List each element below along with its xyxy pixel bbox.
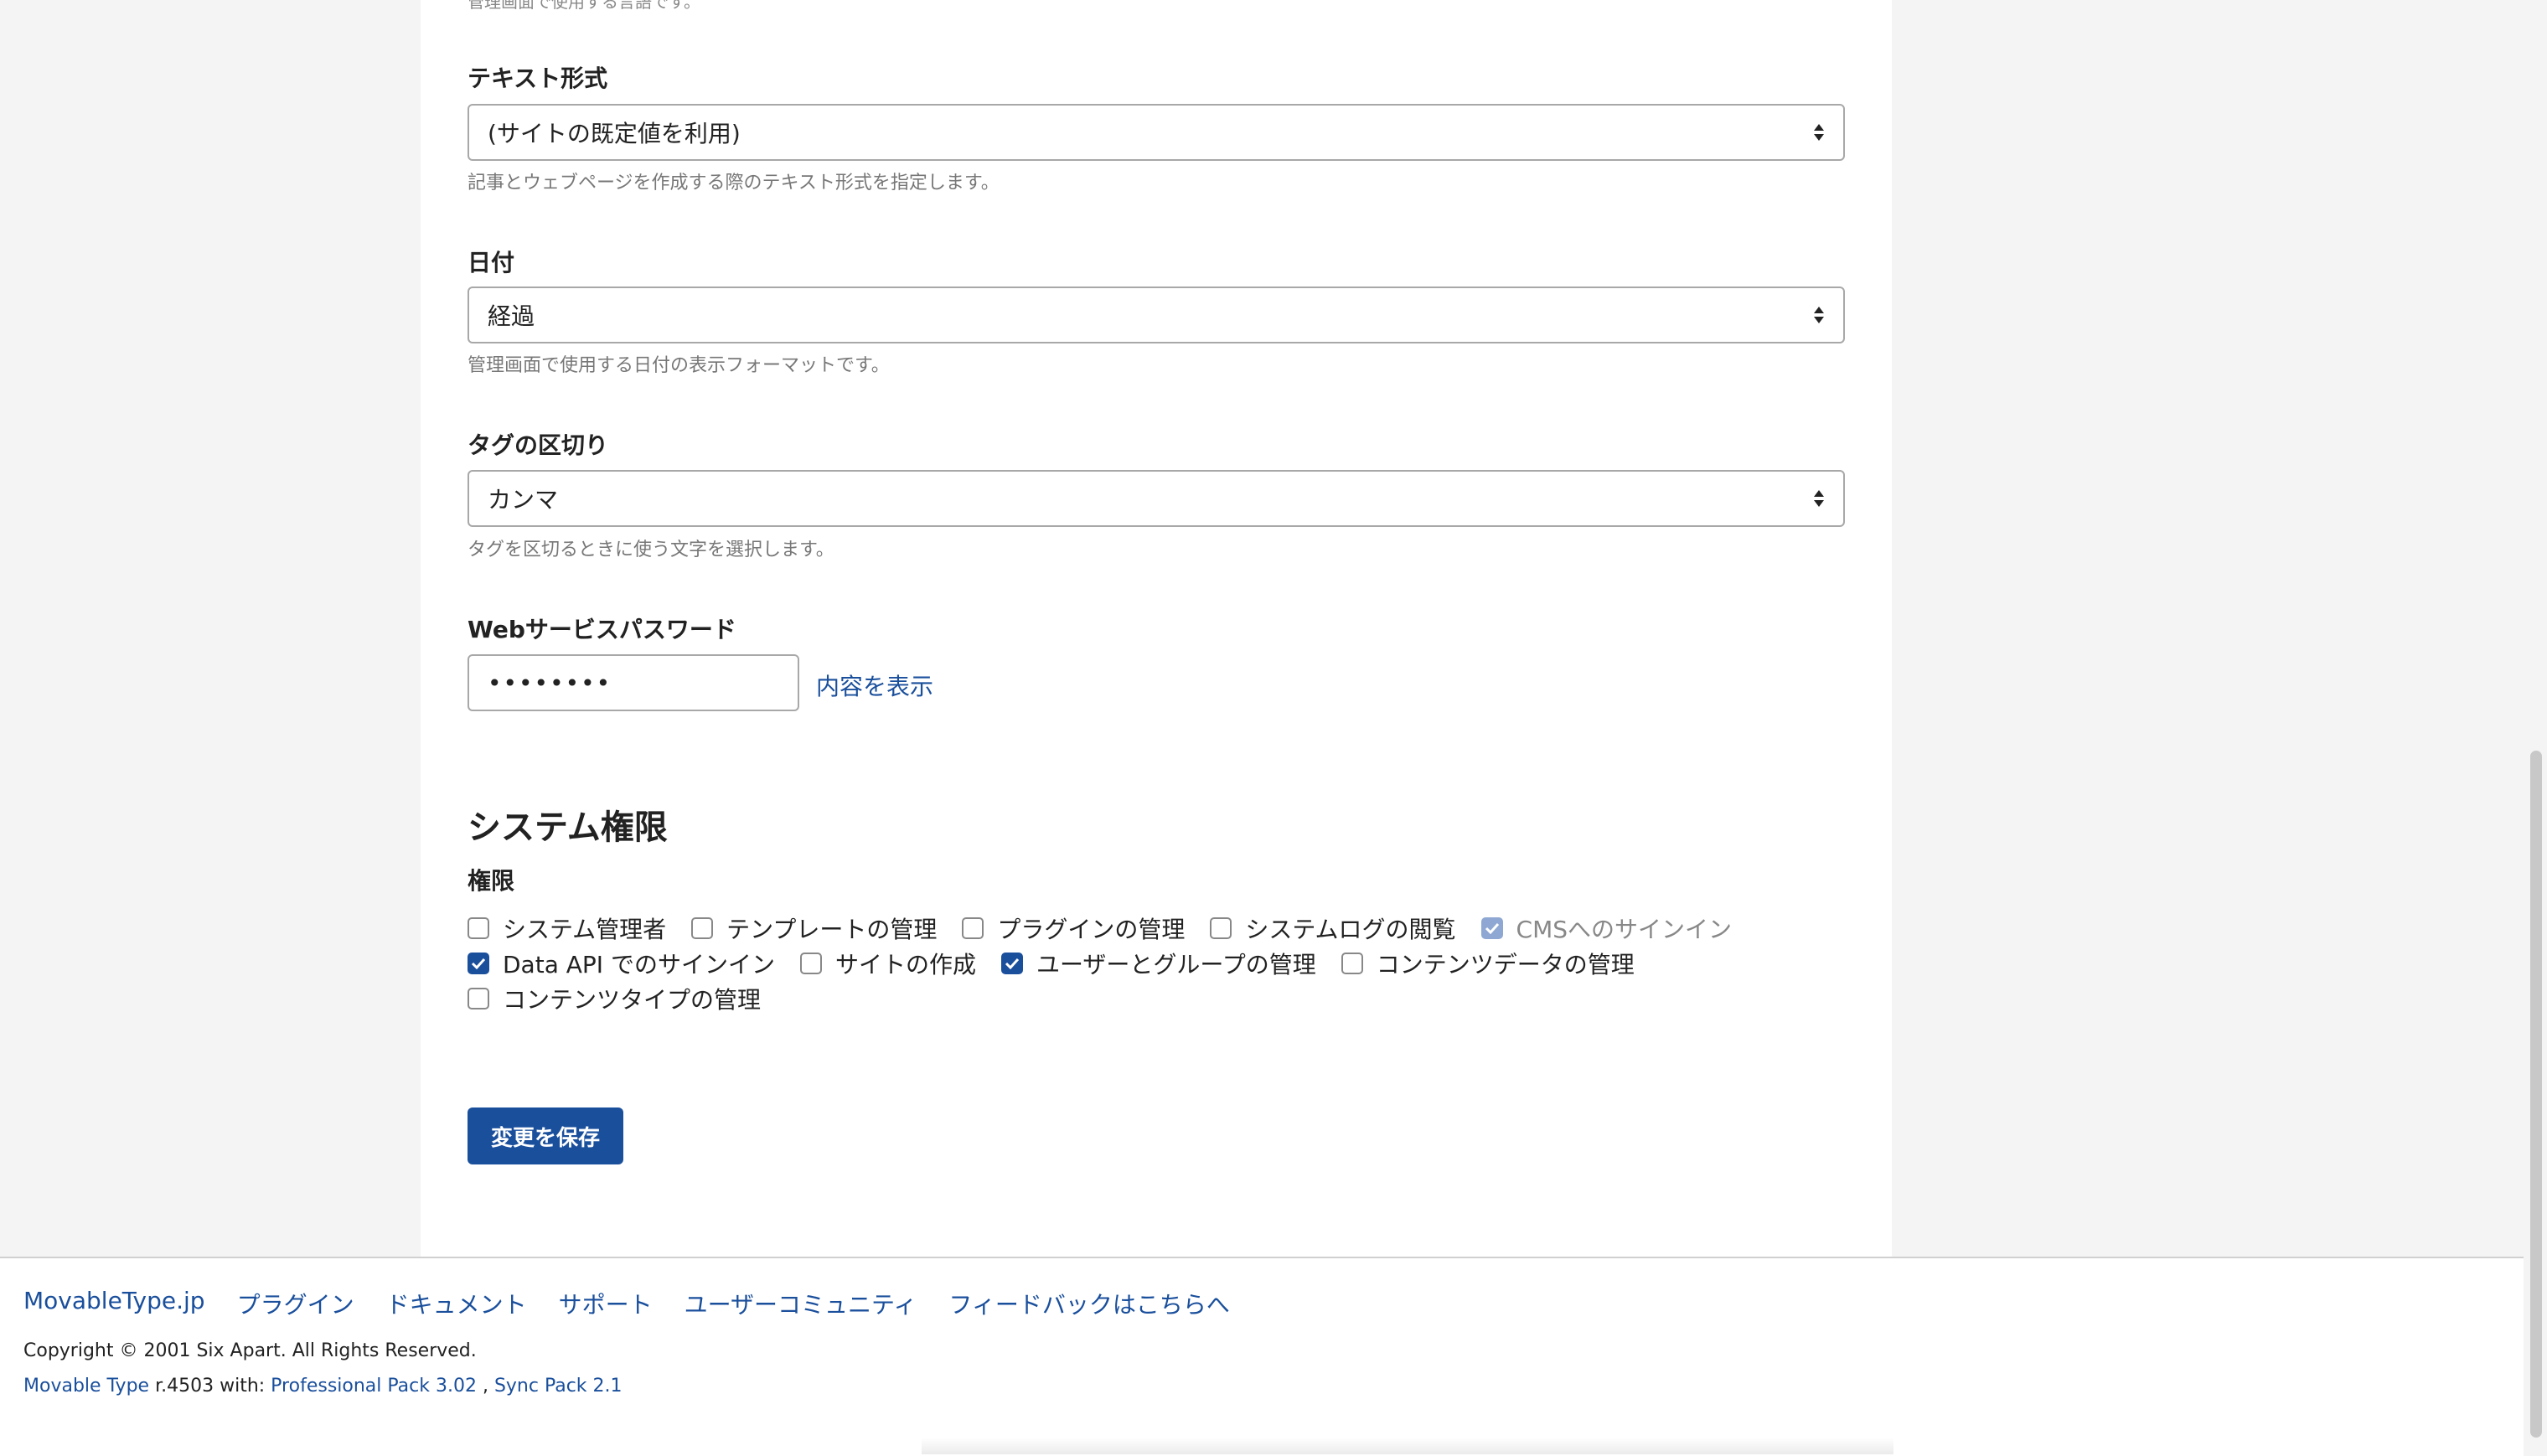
perm-label: Data API でのサインイン bbox=[503, 951, 775, 978]
cut-off-hint: 管理画面で使用する言語です。 bbox=[468, 0, 700, 12]
web-service-password-input[interactable]: •••••••• bbox=[468, 654, 799, 711]
perm-label: コンテンツデータの管理 bbox=[1376, 951, 1635, 978]
footer-link-feedback[interactable]: フィードバックはこちらへ bbox=[948, 1287, 1229, 1320]
perm-view-system-log[interactable]: システムログの閲覧 bbox=[1210, 911, 1456, 945]
tag-delimiter-field: タグの区切り bbox=[468, 427, 608, 461]
pack-link-sync[interactable]: Sync Pack 2.1 bbox=[494, 1376, 623, 1397]
tag-delimiter-label: タグの区切り bbox=[468, 431, 609, 459]
perm-label: コンテンツタイプの管理 bbox=[503, 986, 762, 1014]
perm-manage-users-groups[interactable]: ユーザーとグループの管理 bbox=[1000, 947, 1316, 980]
bottom-shadow bbox=[922, 1438, 1893, 1454]
system-permissions-title: システム権限 bbox=[468, 808, 668, 847]
check-icon bbox=[1485, 922, 1499, 934]
permissions-label: 権限 bbox=[468, 867, 515, 895]
perm-label: システム管理者 bbox=[503, 916, 667, 943]
product-link[interactable]: Movable Type bbox=[23, 1376, 149, 1397]
permissions-row-3: コンテンツタイプの管理 bbox=[468, 982, 786, 1015]
checkbox[interactable] bbox=[468, 953, 489, 974]
up-down-arrows-icon bbox=[1814, 124, 1824, 141]
date-field: 日付 bbox=[468, 245, 514, 278]
text-format-field: テキスト形式 bbox=[468, 60, 607, 94]
web-service-password-field: Webサービスパスワード bbox=[468, 612, 736, 645]
checkbox[interactable] bbox=[962, 917, 984, 939]
text-format-value: (サイトの既定値を利用) bbox=[488, 120, 741, 147]
perm-cms-sign-in: CMSへのサインイン bbox=[1480, 911, 1733, 945]
perm-system-admin[interactable]: システム管理者 bbox=[468, 911, 666, 945]
perm-manage-plugins[interactable]: プラグインの管理 bbox=[962, 911, 1185, 945]
perm-label: システムログの閲覧 bbox=[1245, 916, 1456, 943]
footer-links: MovableType.jp プラグイン ドキュメント サポート ユーザーコミュ… bbox=[23, 1287, 1262, 1320]
checkbox bbox=[1480, 917, 1503, 939]
scrollbar-track[interactable] bbox=[2524, 0, 2547, 1454]
check-icon bbox=[471, 958, 486, 969]
version-line: Movable Type r.4503 with: Professional P… bbox=[23, 1376, 623, 1397]
pack-link-professional[interactable]: Professional Pack 3.02 bbox=[271, 1376, 477, 1397]
perm-manage-templates[interactable]: テンプレートの管理 bbox=[691, 911, 937, 945]
save-changes-button[interactable]: 変更を保存 bbox=[468, 1107, 623, 1164]
checkbox[interactable] bbox=[1210, 917, 1232, 939]
show-password-link[interactable]: 内容を表示 bbox=[816, 669, 933, 702]
footer-link-community[interactable]: ユーザーコミュニティ bbox=[685, 1287, 917, 1320]
perm-create-site[interactable]: サイトの作成 bbox=[799, 947, 976, 980]
permissions-row-2: Data API でのサインイン サイトの作成 ユーザーとグループの管理 コンテ… bbox=[468, 947, 1660, 980]
perm-data-api-sign-in[interactable]: Data API でのサインイン bbox=[468, 947, 775, 980]
web-service-password-label: Webサービスパスワード bbox=[468, 616, 736, 643]
footer-link-documents[interactable]: ドキュメント bbox=[386, 1287, 527, 1320]
checkbox[interactable] bbox=[799, 953, 822, 974]
tag-delimiter-select[interactable]: カンマ bbox=[468, 470, 1845, 527]
tag-delimiter-hint: タグを区切るときに使う文字を選択します。 bbox=[468, 540, 834, 560]
text-format-hint: 記事とウェブページを作成する際のテキスト形式を指定します。 bbox=[468, 173, 1000, 194]
perm-label: CMSへのサインイン bbox=[1516, 916, 1733, 943]
up-down-arrows-icon bbox=[1814, 307, 1824, 323]
perm-label: テンプレートの管理 bbox=[726, 916, 938, 943]
date-value: 経過 bbox=[488, 302, 535, 330]
pack-separator: , bbox=[476, 1376, 494, 1397]
perm-manage-content-types[interactable]: コンテンツタイプの管理 bbox=[468, 982, 761, 1015]
perm-manage-content-data[interactable]: コンテンツデータの管理 bbox=[1341, 947, 1635, 980]
version-text: r.4503 with: bbox=[149, 1376, 271, 1397]
checkbox[interactable] bbox=[691, 917, 714, 939]
footer-link-support[interactable]: サポート bbox=[559, 1287, 653, 1320]
copyright-text: Copyright © 2001 Six Apart. All Rights R… bbox=[23, 1340, 477, 1361]
text-format-select[interactable]: (サイトの既定値を利用) bbox=[468, 104, 1845, 161]
footer-link-movabletype[interactable]: MovableType.jp bbox=[23, 1287, 205, 1320]
checkbox[interactable] bbox=[1000, 953, 1023, 974]
date-hint: 管理画面で使用する日付の表示フォーマットです。 bbox=[468, 355, 890, 376]
check-icon bbox=[1005, 958, 1020, 969]
tag-delimiter-value: カンマ bbox=[488, 486, 559, 514]
date-select[interactable]: 経過 bbox=[468, 287, 1845, 343]
footer-link-plugins[interactable]: プラグイン bbox=[237, 1287, 354, 1320]
up-down-arrows-icon bbox=[1814, 490, 1824, 507]
perm-label: ユーザーとグループの管理 bbox=[1036, 951, 1316, 978]
checkbox[interactable] bbox=[468, 917, 489, 939]
password-value: •••••••• bbox=[488, 669, 612, 697]
text-format-label: テキスト形式 bbox=[468, 65, 608, 92]
permissions-row-1: システム管理者 テンプレートの管理 プラグインの管理 システムログの閲覧 CMS… bbox=[468, 911, 1757, 945]
date-label: 日付 bbox=[468, 249, 515, 276]
checkbox[interactable] bbox=[1341, 953, 1363, 974]
checkbox[interactable] bbox=[468, 988, 489, 1009]
footer: MovableType.jp プラグイン ドキュメント サポート ユーザーコミュ… bbox=[0, 1257, 2524, 1456]
perm-label: サイトの作成 bbox=[834, 951, 976, 978]
scrollbar-thumb[interactable] bbox=[2530, 751, 2542, 1438]
perm-label: プラグインの管理 bbox=[997, 916, 1186, 943]
